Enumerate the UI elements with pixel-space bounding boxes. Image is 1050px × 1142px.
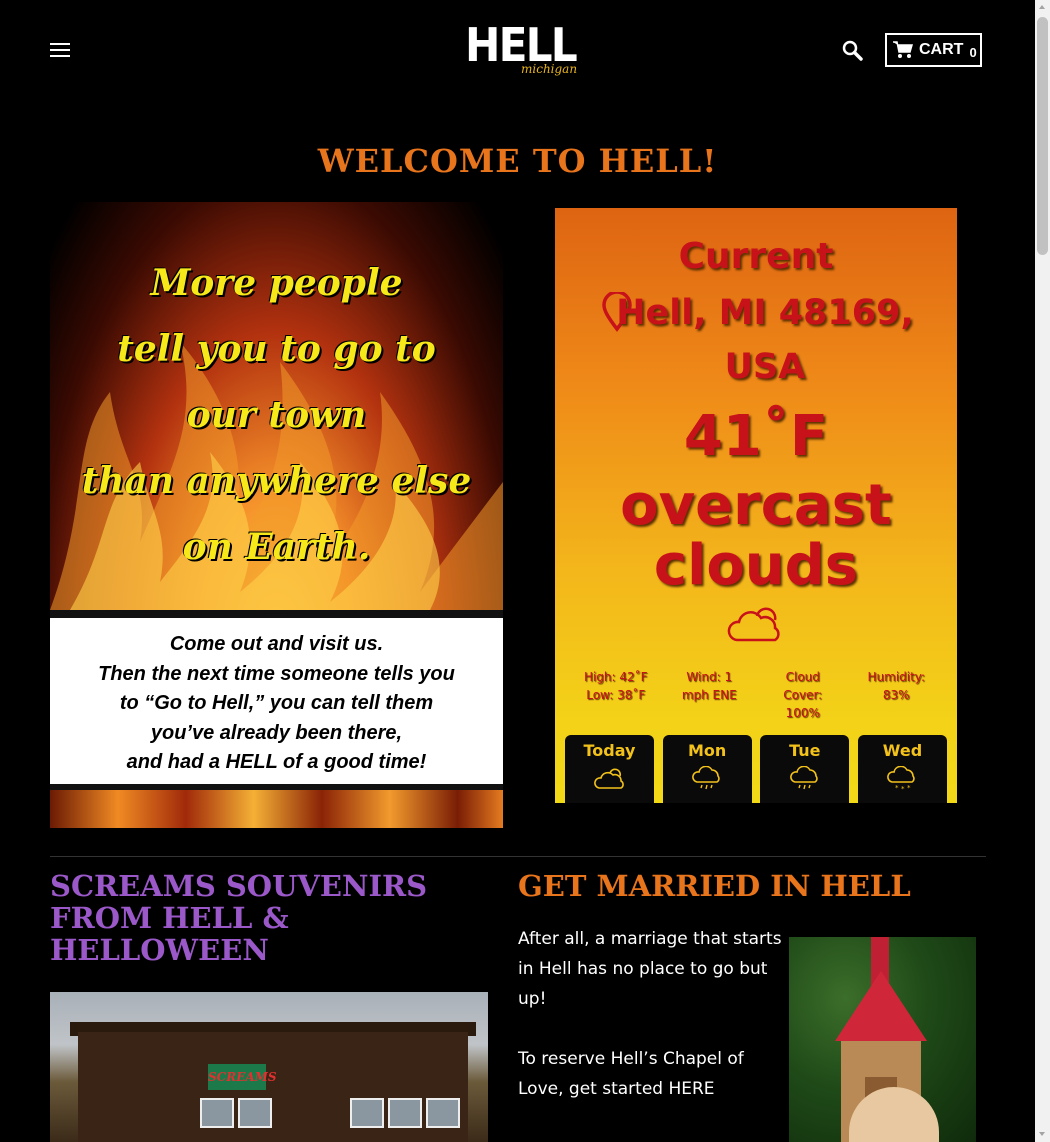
- high-temp: High: 42˚F: [583, 670, 648, 684]
- hero-line: on Earth.: [182, 526, 371, 568]
- search-icon[interactable]: [842, 40, 864, 62]
- humidity-stat: Humidity: 83%: [867, 670, 926, 702]
- weather-widget: Current Hell, MI 48169, USA 41˚F overcas…: [555, 208, 957, 803]
- store-window: [426, 1098, 460, 1128]
- weather-title: Current: [678, 236, 834, 277]
- site-logo[interactable]: HELL michigan: [465, 20, 578, 82]
- store-window: [388, 1098, 422, 1128]
- weather-temperature: 41˚F: [683, 404, 829, 469]
- menu-icon[interactable]: [50, 43, 70, 57]
- cloud-icon: [727, 607, 780, 642]
- forecast-day-name: Today: [583, 741, 636, 760]
- chapel-roof: [835, 971, 927, 1041]
- hero-line: tell you to go to: [117, 328, 436, 370]
- hero-caption-line: Come out and visit us.: [169, 633, 384, 655]
- scrollbar-thumb[interactable]: [1037, 17, 1048, 255]
- married-reserve-link[interactable]: To reserve Hell’s Chapel of Love, get st…: [518, 1044, 788, 1104]
- forecast-day-name: Mon: [688, 741, 727, 760]
- weather-location: Hell, MI 48169, USA: [616, 293, 914, 387]
- forecast-day-name: Wed: [882, 741, 923, 760]
- forecast-days: Today Mon Tue Wed * * *: [565, 735, 947, 803]
- weather-stats: High: 42˚F Low: 38˚F Wind: 1 mph ENE Clo…: [569, 668, 943, 722]
- partly-cloudy-icon: [593, 768, 624, 789]
- page-title: WELCOME TO HELL!: [317, 142, 718, 180]
- hero-caption-line: you’ve already been there,: [150, 721, 403, 744]
- svg-text:*: *: [895, 784, 899, 792]
- store-window: [200, 1098, 234, 1128]
- svg-text:*: *: [901, 785, 905, 792]
- hero-headline: More people tell you to go to our town t…: [50, 250, 503, 580]
- forecast-day-wed[interactable]: Wed * * *: [857, 735, 947, 803]
- section-divider: [50, 856, 986, 857]
- hero-line: our town: [186, 394, 367, 436]
- forecast-day-today[interactable]: Today: [565, 735, 654, 803]
- rain-cloud-icon: [692, 766, 720, 790]
- cart-button[interactable]: CART 0: [885, 33, 982, 67]
- forecast-day-mon[interactable]: Mon: [662, 735, 752, 803]
- scroll-down-icon[interactable]: [1035, 1127, 1050, 1142]
- hero-caption-line: to “Go to Hell,” you can tell them: [119, 692, 434, 714]
- hero-caption: Come out and visit us. Then the next tim…: [50, 630, 503, 778]
- logo-sub-text: michigan: [521, 62, 578, 76]
- married-intro-text: After all, a marriage that starts in Hel…: [518, 929, 782, 1009]
- page: HELL michigan CART 0 WELCOME TO HELL! Mo…: [0, 0, 1035, 1142]
- cart-label: CART: [919, 41, 964, 58]
- hero-line: than anywhere else: [81, 460, 472, 502]
- screams-store-image[interactable]: SCREAMS: [50, 992, 488, 1142]
- hero-image: More people tell you to go to our town t…: [50, 202, 503, 828]
- chapel-image[interactable]: [789, 937, 976, 1142]
- hero-caption-line: Then the next time someone tells you: [98, 662, 455, 685]
- store-window: [238, 1098, 272, 1128]
- cart-icon: [893, 41, 913, 58]
- forecast-day-name: Tue: [789, 741, 821, 760]
- married-heading[interactable]: GET MARRIED IN HELL: [518, 870, 978, 902]
- high-low-stat: High: 42˚F Low: 38˚F: [569, 668, 663, 722]
- wind-stat: Wind: 1 mph ENE: [681, 670, 737, 702]
- hero-line: More people: [150, 262, 403, 304]
- page-scrollbar[interactable]: [1035, 0, 1050, 1142]
- cloud-cover-stat: Cloud Cover: 100%: [783, 670, 823, 720]
- cart-count: 0: [969, 44, 977, 60]
- store-window: [350, 1098, 384, 1128]
- hero-divider: [50, 610, 503, 618]
- rain-cloud-icon: [789, 766, 818, 790]
- screams-heading[interactable]: SCREAMS SOUVENIRS FROM HELL & HELLOWEEN: [50, 870, 470, 966]
- hero-caption-line: and had a HELL of a good time!: [126, 751, 427, 773]
- forecast-day-tue[interactable]: Tue: [760, 735, 850, 803]
- scroll-up-icon[interactable]: [1035, 0, 1050, 15]
- weather-condition: overcast clouds: [620, 473, 892, 598]
- store-sign: SCREAMS: [208, 1064, 277, 1090]
- svg-text:*: *: [907, 784, 911, 792]
- snow-cloud-icon: * * *: [887, 766, 916, 792]
- low-temp: Low: 38˚F: [586, 688, 646, 702]
- fire-strip: [50, 790, 503, 828]
